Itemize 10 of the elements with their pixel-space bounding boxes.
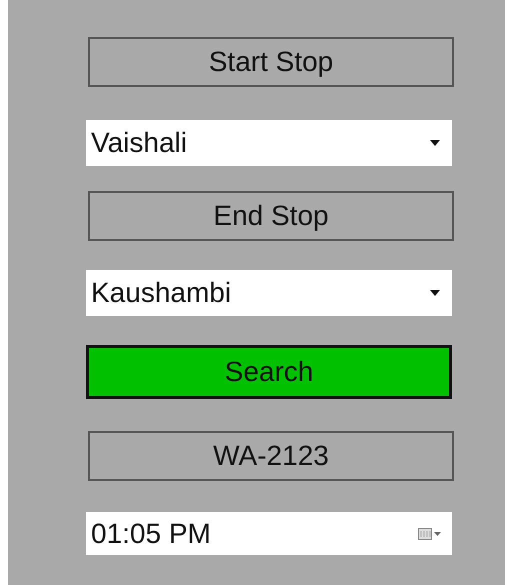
caret-icon [430, 290, 440, 296]
dropdown[interactable]: Vaishali [86, 120, 452, 166]
caret-icon [430, 140, 440, 146]
calendar-dropdown-icon [418, 526, 442, 540]
heading-label: End Stop [88, 191, 454, 241]
heading-label: Start Stop [88, 37, 454, 87]
time-picker[interactable]: 01:05 PM [86, 512, 452, 555]
search-button[interactable]: Search [86, 345, 452, 399]
dropdown[interactable]: Kaushambi [86, 270, 452, 316]
heading-label: WA-2123 [88, 431, 454, 481]
